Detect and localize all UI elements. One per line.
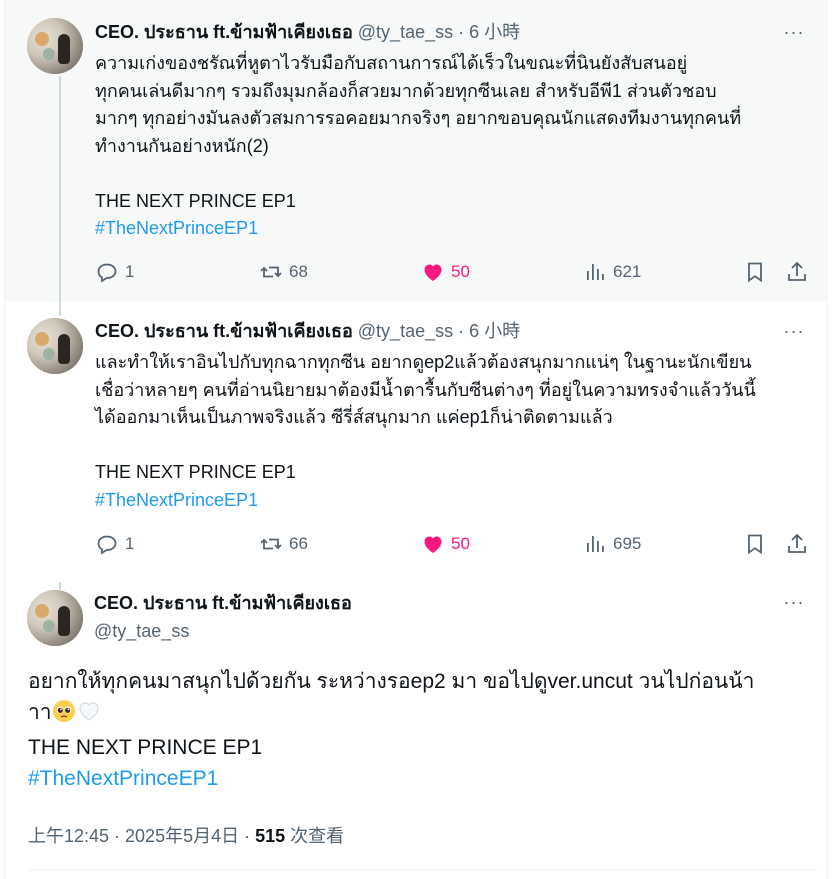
more-icon[interactable]: ···: [782, 590, 806, 614]
dot-separator: ·: [453, 22, 470, 42]
bookmark-button[interactable]: [743, 530, 767, 558]
display-name[interactable]: CEO. ประธาน ft.ข้ามฟ้าเคียงเธอ: [94, 591, 352, 615]
tweet-timestamp: 上午12:45 · 2025年5月4日 · 515 次查看: [28, 822, 344, 848]
tweet-text-line: ทำงานกันอย่างหนัก(2): [95, 135, 269, 156]
bookmark-button[interactable]: [743, 258, 767, 286]
main-tweet-text: อยากให้ทุกคนมาสนุกไปด้วยกัน ระหว่างรอep2…: [28, 666, 818, 794]
hashtag-link[interactable]: #TheNextPrinceEP1: [95, 487, 815, 515]
show-title: THE NEXT PRINCE EP1: [95, 190, 296, 211]
reply-count: 1: [125, 534, 135, 553]
tweet-text-line: เชื่อว่าหลายๆ คนที่อ่านนิยายมาต้องมีน้ำต…: [95, 379, 756, 400]
timestamp-text[interactable]: 上午12:45 · 2025年5月4日 ·: [28, 826, 255, 846]
tweet-text-line: ได้ออกมาเห็นเป็นภาพจริงแล้ว ซีรี่ส์สนุกม…: [95, 407, 613, 427]
like-count: 50: [451, 262, 470, 281]
more-icon[interactable]: ···: [782, 20, 806, 44]
tweet-header: CEO. ประธาน ft.ข้ามฟ้าเคียงเธอ @ty_tae_s…: [95, 319, 520, 343]
share-button[interactable]: [785, 530, 809, 558]
share-icon: [788, 261, 806, 281]
avatar[interactable]: [27, 590, 83, 646]
avatar[interactable]: [27, 318, 83, 374]
bookmark-icon: [748, 534, 762, 555]
like-button[interactable]: 50: [421, 530, 470, 558]
heart-icon: [424, 264, 442, 281]
action-bar: 1 66 50 695: [95, 530, 815, 558]
bookmark-icon: [748, 262, 762, 283]
tweet-text-line-wrap: าา: [28, 697, 818, 732]
repost-icon: [260, 538, 282, 550]
views-icon: [587, 536, 604, 552]
share-icon: [788, 533, 806, 553]
tweet-text: ความเก่งของชรัณที่หูตาไวรับมือกับสถานการ…: [95, 50, 815, 243]
view-count: 515: [255, 826, 286, 846]
relative-time[interactable]: 6 小時: [469, 321, 520, 341]
main-author: CEO. ประธาน ft.ข้ามฟ้าเคียงเธอ @ty_tae_s…: [94, 591, 352, 643]
views-count: 621: [613, 262, 642, 281]
reply-count: 1: [125, 262, 135, 281]
thread-connector: [59, 582, 61, 590]
white-heart-emoji: [76, 699, 102, 732]
dot-separator: ·: [453, 321, 470, 341]
repost-count: 66: [289, 534, 308, 553]
tweet-text-line: าา: [28, 701, 52, 724]
tweet-text: และทำให้เราอินไปกับทุกฉากทุกซีน อยากดูep…: [95, 349, 815, 514]
repost-icon: [260, 266, 282, 278]
tweet-text-line: อยากให้ทุกคนมาสนุกไปด้วยกัน ระหว่างรอep2…: [28, 670, 755, 693]
tweet-header: CEO. ประธาน ft.ข้ามฟ้าเคียงเธอ @ty_tae_s…: [95, 20, 520, 44]
repost-button[interactable]: 66: [259, 530, 308, 558]
handle[interactable]: @ty_tae_ss: [358, 22, 453, 42]
heart-icon: [424, 536, 442, 553]
tweet-text-line: และทำให้เราอินไปกับทุกฉากทุกซีน อยากดูep…: [95, 352, 752, 372]
share-button[interactable]: [785, 258, 809, 286]
tweet-1[interactable]: CEO. ประธาน ft.ข้ามฟ้าเคียงเธอ @ty_tae_s…: [5, 0, 828, 302]
tweet-text-line: ความเก่งของชรัณที่หูตาไวรับมือกับสถานการ…: [95, 53, 688, 73]
hashtag-link[interactable]: #TheNextPrinceEP1: [95, 215, 815, 243]
thread-connector: [59, 76, 61, 302]
like-count: 50: [451, 534, 470, 553]
pleading-face-emoji: [52, 699, 76, 732]
action-bar: 1 68 50 621: [95, 258, 815, 286]
handle[interactable]: @ty_tae_ss: [94, 619, 352, 643]
repost-button[interactable]: 68: [259, 258, 308, 286]
repost-count: 68: [289, 262, 308, 281]
show-title: THE NEXT PRINCE EP1: [28, 736, 263, 759]
reply-button[interactable]: 1: [95, 258, 134, 286]
display-name[interactable]: CEO. ประธาน ft.ข้ามฟ้าเคียงเธอ: [95, 321, 353, 341]
tweet-text-line: มากๆ ทุกอย่างมันลงตัวสมการรอคอยมากจริงๆ …: [95, 108, 742, 128]
display-name[interactable]: CEO. ประธาน ft.ข้ามฟ้าเคียงเธอ: [95, 22, 353, 42]
reply-icon: [97, 263, 117, 283]
tweet-2[interactable]: CEO. ประธาน ft.ข้ามฟ้าเคียงเธอ @ty_tae_s…: [5, 302, 828, 582]
views-icon: [587, 264, 604, 280]
relative-time[interactable]: 6 小時: [469, 22, 520, 42]
views-count: 695: [613, 534, 642, 553]
divider: [28, 870, 818, 871]
show-title: THE NEXT PRINCE EP1: [95, 462, 296, 482]
like-button[interactable]: 50: [421, 258, 470, 286]
views-button[interactable]: 621: [583, 258, 641, 286]
reply-icon: [97, 535, 117, 555]
more-icon[interactable]: ···: [782, 319, 806, 343]
reply-button[interactable]: 1: [95, 530, 134, 558]
thread-connector: [59, 302, 61, 316]
tweet-text-line: ทุกคนเล่นดีมากๆ รวมถึงมุมกล้องก็สวยมากด้…: [95, 80, 717, 101]
handle[interactable]: @ty_tae_ss: [358, 321, 453, 341]
hashtag-link[interactable]: #TheNextPrinceEP1: [28, 763, 818, 794]
views-button[interactable]: 695: [583, 530, 641, 558]
avatar[interactable]: [27, 18, 83, 74]
view-label: 次查看: [285, 826, 345, 846]
